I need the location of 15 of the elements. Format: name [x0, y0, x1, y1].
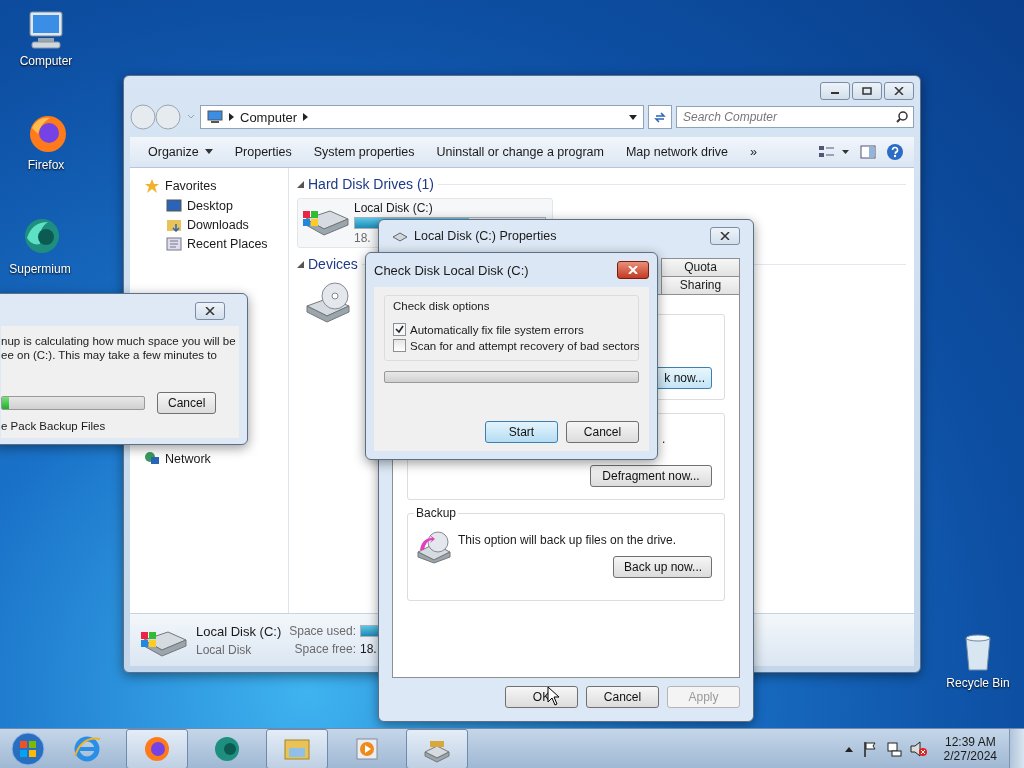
details-type: Local Disk	[196, 642, 253, 657]
drive-name: Local Disk (C:)	[354, 201, 433, 215]
space-used-label: Space used:	[289, 624, 356, 638]
space-free-value: 18.	[359, 642, 378, 656]
group-legend: Check disk options	[393, 300, 630, 312]
window-title: Local Disk (C:) Properties	[414, 229, 557, 243]
defragment-description: .	[662, 432, 666, 446]
backup-description: This option will back up files on the drive.	[458, 532, 677, 547]
space-free-label: Space free:	[293, 642, 356, 656]
group-legend: Backup	[414, 506, 459, 520]
window-title: Check Disk Local Disk (C:)	[374, 262, 529, 278]
details-name: Local Disk (C:)	[196, 623, 282, 639]
drive-free-space: 18.	[354, 231, 371, 245]
cleanup-status: e Pack Backup Files	[1, 420, 107, 432]
cleanup-message: nup is calculating how much space you will be ee on (C:). This may take a few minutes to	[1, 334, 237, 362]
